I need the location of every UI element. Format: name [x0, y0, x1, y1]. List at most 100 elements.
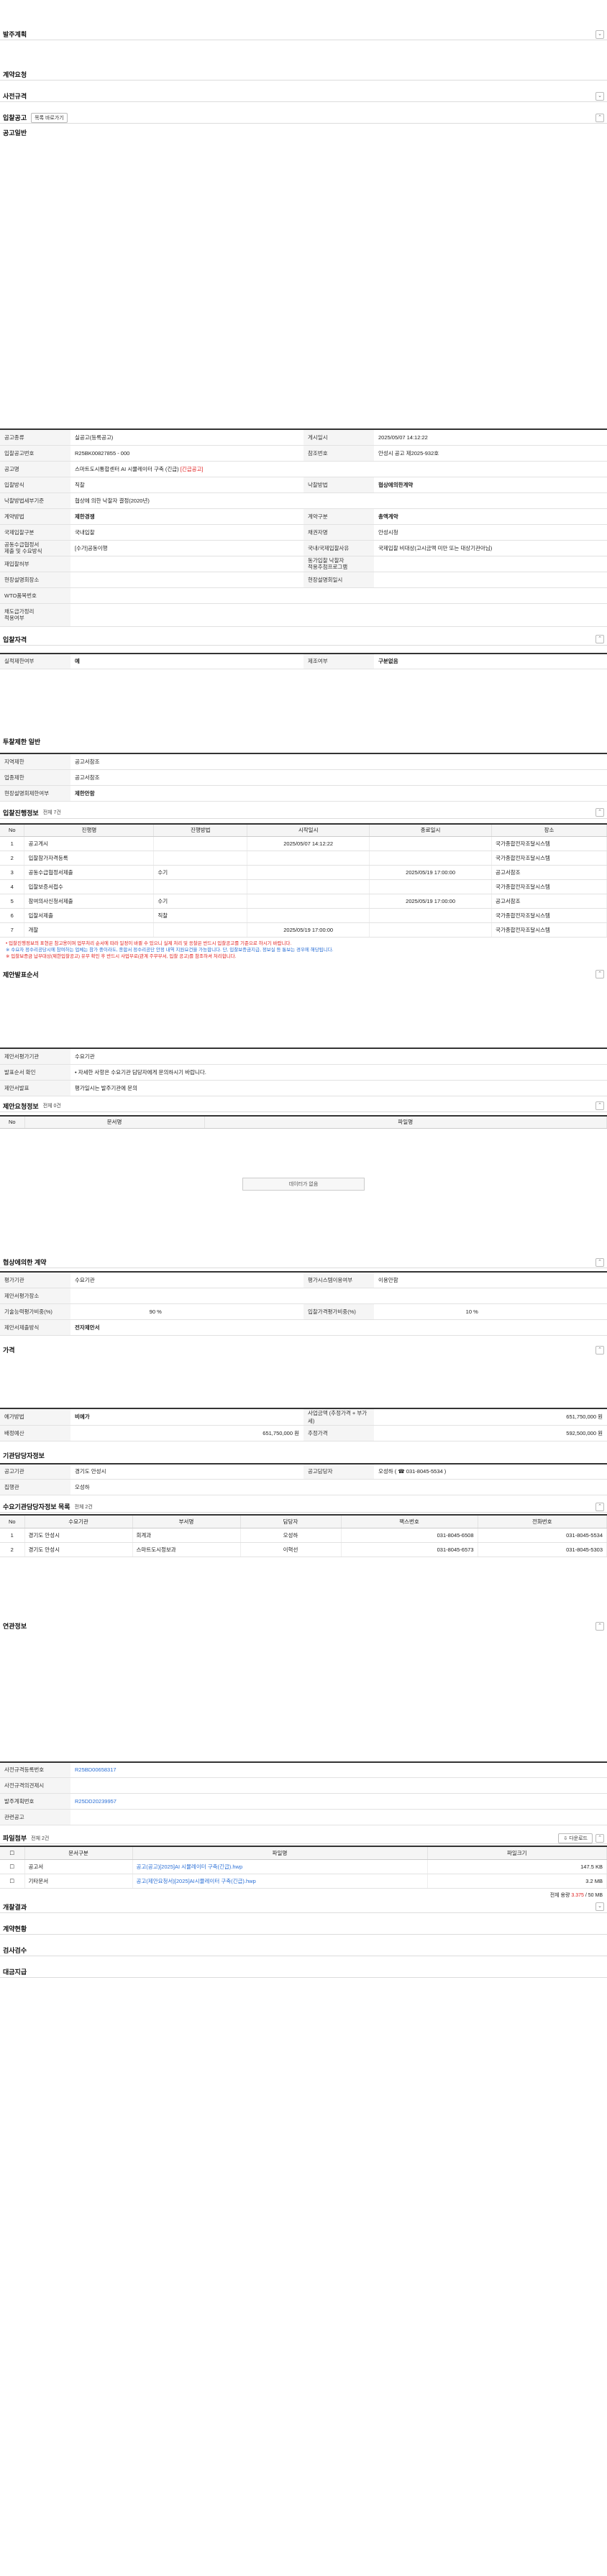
col-header[interactable]: No	[0, 823, 25, 837]
table-cell: 입찰보증서접수	[24, 879, 155, 894]
label: 입찰가격평가비중(%)	[304, 1303, 374, 1320]
table-cell: 7	[0, 922, 25, 938]
label: WTO품목번호	[0, 587, 70, 604]
table-cell: 국가종합전자조달시스템	[491, 851, 607, 866]
section-title: 연관정보	[3, 1623, 27, 1630]
chevron-up-icon[interactable]: ⌃	[595, 635, 604, 643]
col-header[interactable]: 시작일시	[247, 823, 370, 837]
row-checkbox[interactable]: ☐	[0, 1859, 25, 1874]
section-demand-contact[interactable]: 수요기관담당자정보 목록 전체 2건 ⌃	[0, 1501, 607, 1513]
table-cell: 3	[0, 865, 25, 880]
chevron-up-icon[interactable]: ⌃	[595, 1345, 604, 1355]
section-nego-contract[interactable]: 협상에의한 계약 ⌃	[0, 1257, 607, 1268]
label: 기술능력평가비중(%)	[0, 1303, 70, 1320]
label: 국제입찰구분	[0, 524, 70, 541]
chevron-up-icon[interactable]: ⌃	[595, 1101, 604, 1110]
col-header[interactable]: No	[0, 1515, 25, 1528]
col-header[interactable]: 진행방법	[153, 823, 248, 837]
attach-total: 전체 용량 3.375 / 50 MB	[0, 1889, 607, 1902]
table-row: 6 입찰서제출 직찰 국가종합전자조달시스템	[0, 908, 607, 923]
section-related[interactable]: 연관정보 ⌃	[0, 1621, 607, 1632]
value: 592,500,000 원	[374, 1425, 607, 1441]
section-bid-notice[interactable]: 입찰공고 목록 바로가기 ⌃	[0, 112, 607, 124]
section-proposal-order[interactable]: 제안발표순서 ⌃	[0, 968, 607, 980]
section-bid-progress[interactable]: 입찰진행정보 전체 7건 ⌃	[0, 807, 607, 819]
file-link[interactable]: 공고(공고)[2025]AI 시뮬레이터 구축(긴급).hwp	[132, 1859, 428, 1874]
section-notice-general: 공고일반	[0, 127, 607, 138]
chevron-up-icon[interactable]: ⌃	[595, 1833, 604, 1843]
chevron-down-icon[interactable]: ⌄	[595, 29, 604, 39]
chevron-up-icon[interactable]: ⌃	[595, 113, 604, 122]
section-title: 기관담당자정보	[3, 1452, 45, 1459]
table-cell: 4	[0, 879, 25, 894]
section-pre-spec[interactable]: 사전규격 ⌄	[0, 91, 607, 102]
section-price[interactable]: 가격 ⌃	[0, 1344, 607, 1356]
label: 평가시스템이용여부	[304, 1272, 374, 1288]
note-line: • 입찰진행정보의 표현은 참고용이며 업무처리 순서에 따라 일정이 바뀔 수…	[6, 941, 292, 946]
section-title: 계약현황	[3, 1925, 27, 1933]
table-cell: 공동수급협정서제출	[24, 865, 155, 880]
note-line: ※ 수요자 정수리공당시에 참여하는 업체는 참가 중이라도, 종합서 정수리공…	[6, 948, 334, 953]
col-header[interactable]: 전화번호	[478, 1515, 607, 1528]
table-cell: 기타문서	[24, 1874, 133, 1889]
section-proposal-request[interactable]: 제안요청정보 전체 0건 ⌃	[0, 1101, 607, 1112]
table-cell	[247, 894, 370, 909]
section-attach[interactable]: 파일첨부 전체 2건 ⇩ 다운로드 ⌃	[0, 1833, 607, 1844]
section-title: 발주계획	[3, 31, 27, 38]
table-cell: 개찰	[24, 922, 155, 938]
section-opening[interactable]: 개찰결과 ⌄	[0, 1902, 607, 1913]
col-header[interactable]: 진행명	[24, 823, 155, 837]
col-header[interactable]: 장소	[491, 823, 607, 837]
chevron-down-icon[interactable]: ⌄	[595, 91, 604, 101]
value: 90	[149, 1308, 155, 1315]
table-cell: 6	[0, 908, 25, 923]
col-header[interactable]: 팩스번호	[341, 1515, 478, 1528]
value	[70, 1288, 607, 1304]
label: 공동수급협정서 제출 및 수요방식	[0, 540, 70, 556]
chevron-up-icon[interactable]: ⌃	[595, 970, 604, 978]
total-used: 3.375	[571, 1892, 584, 1898]
label: 현장설명회일시	[304, 572, 374, 588]
file-link[interactable]: 공고(제안요청서)[2025]AI시뮬레이터 구축(긴급).hwp	[132, 1874, 428, 1889]
chevron-down-icon[interactable]: ⌄	[595, 1902, 604, 1911]
pre-spec-link[interactable]: R25BD00658317	[70, 1761, 607, 1778]
table-row: 2 입찰참가자격등록 국가종합전자조달시스템	[0, 851, 607, 866]
chevron-up-icon[interactable]: ⌃	[595, 1621, 604, 1631]
table-cell: 공고서참조	[491, 865, 607, 880]
col-header[interactable]: 종료일시	[369, 823, 493, 837]
total-max: / 50 MB	[585, 1892, 603, 1898]
value: 전자제안서	[70, 1319, 607, 1336]
table-cell: 031-8045-5534	[478, 1528, 607, 1543]
select-all-checkbox[interactable]: ☐	[0, 1846, 25, 1860]
order-plan-link[interactable]: R25DD20239957	[70, 1793, 607, 1810]
col-header[interactable]: 수요기관	[24, 1515, 133, 1528]
chevron-up-icon[interactable]: ⌃	[595, 808, 604, 817]
table-cell: 공고서	[24, 1859, 133, 1874]
col-header[interactable]: 부서명	[132, 1515, 241, 1528]
count-badge: 전체 7건	[42, 810, 61, 815]
row-checkbox[interactable]: ☐	[0, 1874, 25, 1889]
section-contract: 계약현황	[0, 1923, 607, 1935]
download-button[interactable]: ⇩ 다운로드	[558, 1833, 593, 1843]
value	[70, 1809, 607, 1825]
chevron-up-icon[interactable]: ⌃	[595, 1257, 604, 1267]
col-header[interactable]: 담당자	[240, 1515, 342, 1528]
label: 사전규격의견제시	[0, 1777, 70, 1794]
col-header: 파일명	[132, 1846, 428, 1860]
table-row: 2 경기도 안성시 스마트도시정보과 이혁선 031-8045-6573 031-8045…	[0, 1542, 607, 1557]
label: 제안서제출방식	[0, 1319, 70, 1336]
table-cell: 031-8045-6573	[341, 1542, 478, 1557]
table-cell	[247, 865, 370, 880]
chevron-up-icon[interactable]: ⌃	[595, 1502, 604, 1511]
value: 직찰	[70, 477, 304, 493]
unit: %	[157, 1308, 162, 1315]
list-shortcut-button[interactable]: 목록 바로가기	[31, 112, 68, 123]
table-cell	[153, 922, 248, 938]
label: 계약방법	[0, 508, 70, 525]
section-order-plan[interactable]: 발주계획 ⌄	[0, 29, 607, 40]
table-cell	[369, 908, 493, 923]
section-title: 대금지급	[3, 1968, 27, 1976]
label: 발표순서 확인	[0, 1064, 70, 1081]
attach-table: ☐ 문서구분 파일명 파일크기 ☐ 공고서 공고(공고)[2025]AI 시뮬레이터 구축…	[0, 1846, 607, 1889]
section-bid-qualification[interactable]: 입찰자격 ⌃	[0, 634, 607, 646]
